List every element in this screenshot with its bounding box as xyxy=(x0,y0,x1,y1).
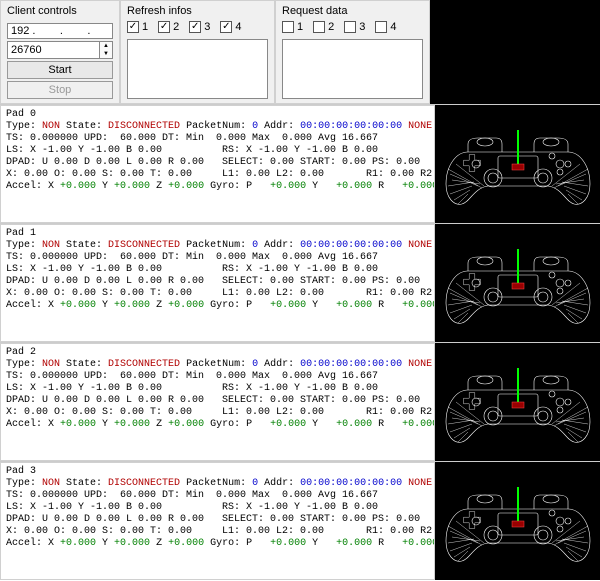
spin-up-icon[interactable]: ▲ xyxy=(100,42,112,50)
pad-info-text: Pad 3 Type: NON State: DISCONNECTED Pack… xyxy=(0,462,435,580)
port-input[interactable] xyxy=(7,41,99,59)
port-spinner[interactable]: ▲▼ xyxy=(7,41,113,59)
checkbox-box-icon[interactable]: ✓ xyxy=(127,21,139,33)
checkbox-label: 1 xyxy=(297,21,303,33)
spin-down-icon[interactable]: ▼ xyxy=(100,50,112,58)
checkbox-label: 3 xyxy=(359,21,365,33)
refresh-checkbox-3[interactable]: ✓3 xyxy=(189,21,210,33)
checkbox-box-icon[interactable]: ✓ xyxy=(220,21,232,33)
pad-info-text: Pad 1 Type: NON State: DISCONNECTED Pack… xyxy=(0,224,435,342)
start-button[interactable]: Start xyxy=(7,61,113,79)
pad-row: Pad 3 Type: NON State: DISCONNECTED Pack… xyxy=(0,461,600,580)
pad-row: Pad 2 Type: NON State: DISCONNECTED Pack… xyxy=(0,342,600,461)
ip-input[interactable] xyxy=(7,23,113,39)
request-data-title: Request data xyxy=(282,5,423,17)
stop-button: Stop xyxy=(7,81,113,99)
port-spin-buttons[interactable]: ▲▼ xyxy=(99,41,113,59)
checkbox-label: 4 xyxy=(235,21,241,33)
pad-row: Pad 1 Type: NON State: DISCONNECTED Pack… xyxy=(0,223,600,342)
checkbox-box-icon[interactable]: ✓ xyxy=(158,21,170,33)
refresh-checkbox-4[interactable]: ✓4 xyxy=(220,21,241,33)
pad-visualization xyxy=(435,105,600,223)
checkbox-box-icon[interactable] xyxy=(313,21,325,33)
pad-info-text: Pad 0 Type: NON State: DISCONNECTED Pack… xyxy=(0,105,435,223)
pad-visualization xyxy=(435,343,600,461)
refresh-infos-textarea[interactable] xyxy=(127,39,268,99)
refresh-infos-title: Refresh infos xyxy=(127,5,268,17)
pad-row: Pad 0 Type: NON State: DISCONNECTED Pack… xyxy=(0,104,600,223)
pad-visualization xyxy=(435,462,600,580)
pad-visualization xyxy=(435,224,600,342)
pad-info-text: Pad 2 Type: NON State: DISCONNECTED Pack… xyxy=(0,343,435,461)
request-data-textarea[interactable] xyxy=(282,39,423,99)
checkbox-label: 3 xyxy=(204,21,210,33)
refresh-checkbox-2[interactable]: ✓2 xyxy=(158,21,179,33)
request-checkbox-1[interactable]: 1 xyxy=(282,21,303,33)
request-checkbox-4[interactable]: 4 xyxy=(375,21,396,33)
request-checkbox-3[interactable]: 3 xyxy=(344,21,365,33)
request-data-panel: Request data 1 2 3 4 xyxy=(275,0,430,104)
top-visual-area xyxy=(430,0,600,104)
client-controls-panel: Client controls ▲▼ Start Stop xyxy=(0,0,120,104)
refresh-checkbox-1[interactable]: ✓1 xyxy=(127,21,148,33)
checkbox-box-icon[interactable] xyxy=(375,21,387,33)
checkbox-box-icon[interactable] xyxy=(282,21,294,33)
refresh-infos-panel: Refresh infos ✓1✓2✓3✓4 xyxy=(120,0,275,104)
checkbox-box-icon[interactable]: ✓ xyxy=(189,21,201,33)
checkbox-label: 1 xyxy=(142,21,148,33)
checkbox-label: 4 xyxy=(390,21,396,33)
client-controls-title: Client controls xyxy=(7,5,113,17)
checkbox-label: 2 xyxy=(173,21,179,33)
checkbox-label: 2 xyxy=(328,21,334,33)
request-checkbox-2[interactable]: 2 xyxy=(313,21,334,33)
checkbox-box-icon[interactable] xyxy=(344,21,356,33)
